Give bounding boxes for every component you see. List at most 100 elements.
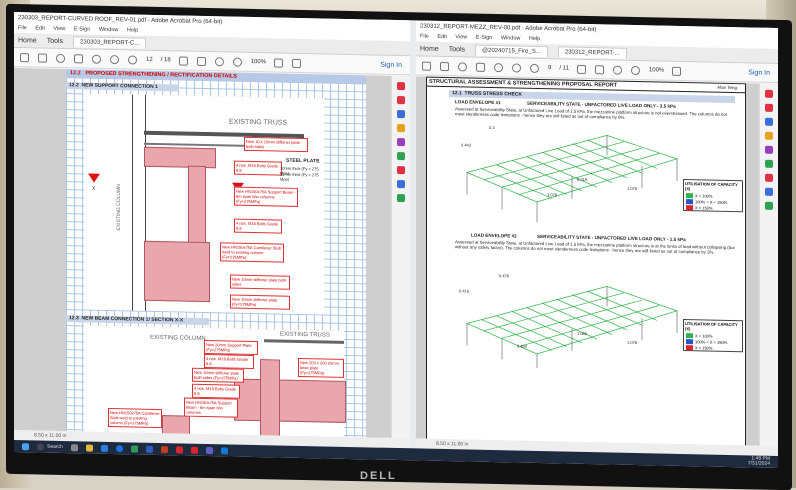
search-icon[interactable] bbox=[494, 62, 503, 72]
more-tools-icon[interactable] bbox=[397, 194, 405, 203]
tab-tools[interactable]: Tools bbox=[449, 46, 465, 53]
callout-note: 4 nos. M16 Bolts Grade 8.8 bbox=[192, 383, 240, 399]
create-icon[interactable] bbox=[422, 61, 431, 71]
measure-icon[interactable] bbox=[397, 180, 405, 189]
comment-icon[interactable] bbox=[672, 66, 682, 76]
menu-file[interactable]: File bbox=[18, 25, 27, 31]
next-page-icon[interactable] bbox=[530, 63, 539, 73]
bookmark-star-icon[interactable] bbox=[38, 53, 47, 63]
organize-pages-icon[interactable] bbox=[765, 145, 773, 154]
protect-icon[interactable] bbox=[397, 166, 405, 175]
sign-in-link[interactable]: Sign In bbox=[380, 61, 402, 68]
prev-page-icon[interactable] bbox=[110, 54, 119, 64]
measure-icon[interactable] bbox=[765, 187, 773, 196]
create-pdf-icon[interactable] bbox=[765, 103, 773, 112]
file-explorer-icon[interactable] bbox=[85, 444, 93, 452]
left-acrobat-window: 230303_REPORT-CURVED ROOF_REV-01.pdf - A… bbox=[14, 11, 410, 449]
load-envelope-2-text: Assessed at Serviceability State, at Unf… bbox=[455, 239, 735, 255]
edge-icon[interactable] bbox=[100, 444, 108, 452]
menu-help[interactable]: Help bbox=[127, 27, 138, 33]
protect-icon[interactable] bbox=[765, 173, 773, 182]
acrobat-icon[interactable] bbox=[190, 446, 198, 454]
bookmark-star-icon[interactable] bbox=[440, 61, 449, 71]
callout-note: New 10mm stiffener plate both sides bbox=[230, 274, 290, 290]
menu-help[interactable]: Help bbox=[529, 36, 540, 42]
more-tools-icon[interactable] bbox=[765, 201, 773, 210]
start-icon[interactable] bbox=[22, 442, 29, 450]
zoom-level[interactable]: 100% bbox=[649, 67, 664, 73]
menu-window[interactable]: Window bbox=[501, 35, 521, 41]
callout-note: New 10mm stiffener plate both sides (Fy=… bbox=[192, 367, 244, 383]
upload-icon[interactable] bbox=[56, 53, 65, 63]
tab-tools[interactable]: Tools bbox=[47, 37, 63, 44]
subsection-heading-1: 12.2 NEW SUPPORT CONNECTION 1 bbox=[66, 82, 179, 92]
tab-home[interactable]: Home bbox=[18, 37, 37, 44]
member-label: 0.416 bbox=[459, 288, 470, 294]
system-clock[interactable]: 1:48 PM 7/31/2024 bbox=[747, 455, 770, 467]
search-icon[interactable] bbox=[92, 54, 101, 64]
member-label: 0.443 bbox=[461, 142, 472, 148]
create-pdf-icon[interactable] bbox=[397, 96, 405, 105]
zoom-out-icon[interactable] bbox=[214, 56, 224, 66]
page-number-input[interactable]: 9 bbox=[548, 65, 551, 71]
excel-icon[interactable] bbox=[130, 444, 138, 453]
page-number-input[interactable]: 12 bbox=[146, 57, 153, 63]
organize-pages-icon[interactable] bbox=[397, 138, 405, 147]
zoom-level[interactable]: 100% bbox=[251, 59, 266, 65]
menu-view[interactable]: View bbox=[455, 34, 467, 40]
print-icon[interactable] bbox=[476, 62, 485, 72]
tab-document-report[interactable]: 230312_REPORT-... bbox=[557, 45, 627, 59]
edit-pdf-icon[interactable] bbox=[397, 110, 405, 119]
hand-tool-icon[interactable] bbox=[594, 64, 604, 74]
export-pdf-icon[interactable] bbox=[765, 89, 773, 98]
menu-edit[interactable]: Edit bbox=[437, 34, 446, 40]
tab-document[interactable]: 230303_REPORT-C... bbox=[73, 35, 147, 49]
next-page-icon[interactable] bbox=[128, 54, 137, 65]
load-envelope-1: LOAD ENVELOPE #1 bbox=[455, 99, 501, 106]
menu-view[interactable]: View bbox=[53, 26, 65, 32]
fill-sign-icon[interactable] bbox=[397, 152, 405, 161]
create-icon[interactable] bbox=[20, 52, 29, 62]
select-cursor-icon[interactable] bbox=[178, 55, 188, 66]
menu-window[interactable]: Window bbox=[99, 27, 119, 33]
comment-tool-icon[interactable] bbox=[765, 131, 773, 140]
member-label: 1.078 bbox=[547, 192, 558, 198]
zoom-in-icon[interactable] bbox=[630, 65, 640, 75]
word-icon[interactable] bbox=[145, 445, 153, 453]
print-icon[interactable] bbox=[74, 53, 83, 63]
tab-document-fire[interactable]: @20240715_Fire_S... bbox=[475, 44, 548, 57]
load-envelope-2: LOAD ENVELOPE #2 bbox=[471, 232, 517, 239]
clock-date: 7/31/2024 bbox=[747, 460, 770, 467]
callout-note: 4 nos. M16 Bolts Grade 8.8 bbox=[204, 353, 254, 370]
chrome-icon[interactable] bbox=[115, 444, 123, 452]
prev-page-icon[interactable] bbox=[512, 62, 521, 73]
outlook-icon[interactable] bbox=[220, 446, 228, 454]
zoom-in-icon[interactable] bbox=[232, 57, 242, 67]
fill-sign-icon[interactable] bbox=[765, 159, 773, 168]
legend-row: X > 150% bbox=[684, 204, 742, 211]
search-icon[interactable] bbox=[37, 442, 44, 451]
comment-icon[interactable] bbox=[292, 58, 302, 68]
task-view-icon[interactable] bbox=[70, 443, 78, 451]
menu-esign[interactable]: E-Sign bbox=[74, 26, 91, 32]
upload-icon[interactable] bbox=[458, 61, 467, 71]
fit-page-icon[interactable] bbox=[274, 57, 284, 68]
menu-file[interactable]: File bbox=[420, 34, 429, 40]
sign-in-link[interactable]: Sign In bbox=[748, 69, 770, 76]
teams-icon[interactable] bbox=[205, 446, 213, 454]
comment-tool-icon[interactable] bbox=[397, 124, 405, 133]
menu-edit[interactable]: Edit bbox=[35, 25, 44, 31]
export-pdf-icon[interactable] bbox=[397, 82, 405, 91]
edit-pdf-icon[interactable] bbox=[765, 117, 773, 126]
zoom-out-icon[interactable] bbox=[612, 65, 622, 75]
taskbar-search-label[interactable]: Search bbox=[47, 444, 63, 450]
powerpoint-icon[interactable] bbox=[160, 445, 168, 453]
document-viewer[interactable]: 12.2 PROPOSED STRENGTHENING / RECTIFICAT… bbox=[14, 67, 392, 442]
tab-home[interactable]: Home bbox=[420, 45, 439, 52]
hand-tool-icon[interactable] bbox=[196, 56, 206, 66]
select-cursor-icon[interactable] bbox=[576, 64, 586, 74]
document-viewer[interactable]: STRUCTURAL ASSESSMENT & STRENGTHENING PR… bbox=[416, 76, 760, 452]
menu-esign[interactable]: E-Sign bbox=[476, 35, 493, 41]
stiffener-plate bbox=[144, 146, 216, 169]
acrobat-icon[interactable] bbox=[175, 445, 183, 454]
